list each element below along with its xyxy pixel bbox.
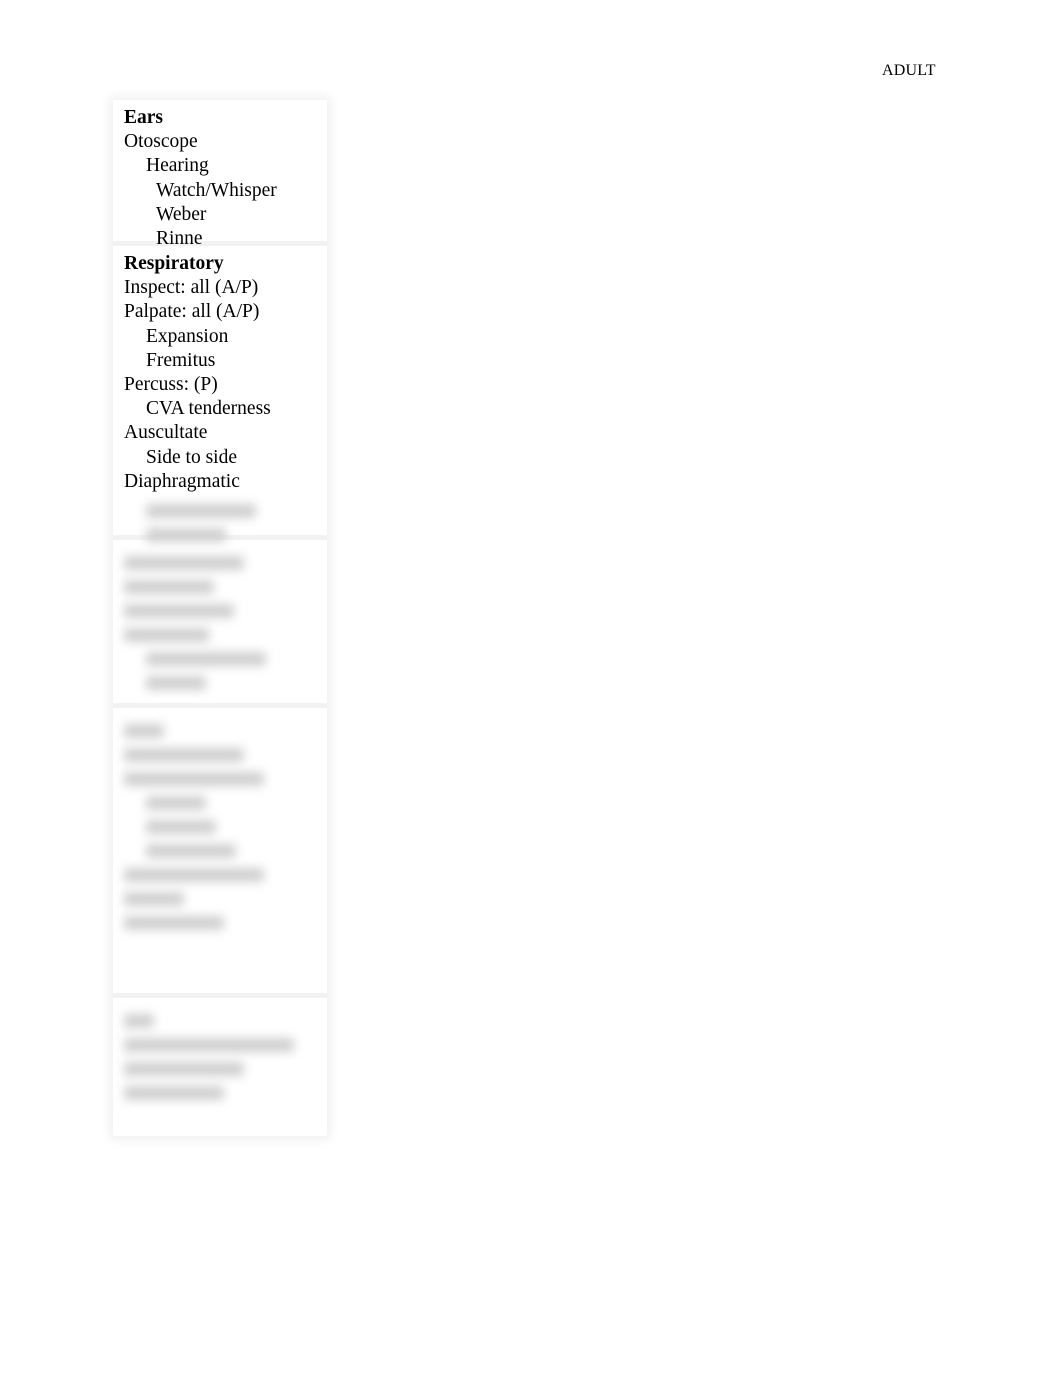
blurred-text-placeholder: [146, 796, 206, 810]
list-item: Weber: [156, 203, 207, 225]
list-item: Palpate: all (A/P): [124, 301, 260, 323]
blurred-text-placeholder: [124, 1086, 224, 1100]
section-title: Respiratory: [124, 253, 224, 274]
page-header-label: ADULT: [882, 62, 936, 79]
blurred-text-placeholder: [124, 1014, 154, 1028]
list-item: CVA tenderness: [146, 398, 271, 420]
blurred-text-placeholder: [146, 820, 216, 834]
section-respiratory: Respiratory Inspect: all (A/P) Palpate: …: [113, 246, 327, 543]
blurred-text-placeholder: [124, 916, 224, 930]
section-blurred-1: [113, 540, 327, 708]
blurred-text-placeholder: [146, 844, 236, 858]
list-item: Fremitus: [146, 349, 216, 371]
blurred-text-placeholder: [124, 1038, 294, 1052]
blurred-text-placeholder: [124, 772, 264, 786]
exam-checklist-table: Ears Otoscope Hearing Watch/Whisper Webe…: [113, 100, 327, 1136]
list-item: Expansion: [146, 325, 229, 347]
blurred-text-placeholder: [124, 724, 164, 738]
list-item: Watch/Whisper: [156, 179, 277, 201]
blurred-text-placeholder: [124, 628, 209, 642]
blurred-text-placeholder: [124, 868, 264, 882]
blurred-text-placeholder: [146, 676, 206, 690]
list-item: Side to side: [146, 446, 237, 468]
blurred-text-placeholder: [124, 556, 244, 570]
list-item: Percuss: (P): [124, 374, 218, 396]
blurred-text-placeholder: [124, 748, 244, 762]
blurred-text-placeholder: [146, 504, 256, 519]
section-blurred-3: [113, 998, 327, 1136]
list-item: Hearing: [146, 155, 209, 177]
blurred-text-placeholder: [124, 1062, 244, 1076]
list-item: Inspect: all (A/P): [124, 277, 259, 299]
list-item: Diaphragmatic: [124, 470, 240, 492]
blurred-text-placeholder: [124, 892, 184, 906]
blurred-text-placeholder: [146, 652, 266, 666]
list-item: Auscultate: [124, 422, 208, 444]
list-item: Otoscope: [124, 131, 198, 153]
section-blurred-2: [113, 708, 327, 998]
blurred-text-placeholder: [124, 580, 214, 594]
section-title: Ears: [124, 107, 163, 128]
section-ears: Ears Otoscope Hearing Watch/Whisper Webe…: [113, 100, 327, 249]
blurred-text-placeholder: [124, 604, 234, 618]
